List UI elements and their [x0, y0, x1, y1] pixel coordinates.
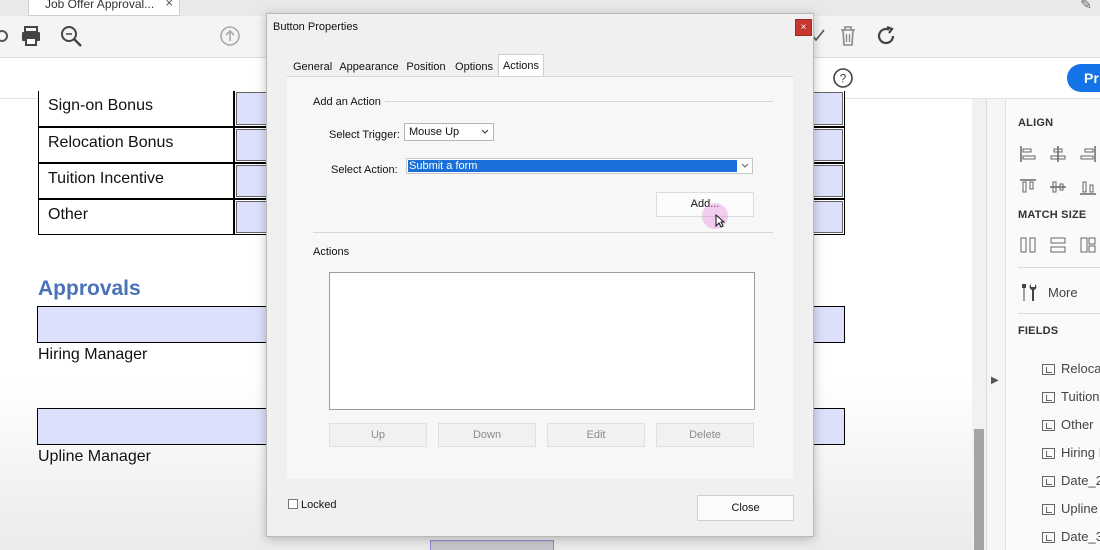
print-icon[interactable]: [19, 24, 43, 48]
scrollbar-thumb[interactable]: [974, 429, 984, 550]
align-right-icon[interactable]: [1078, 144, 1098, 164]
match-size-heading: MATCH SIZE: [1018, 209, 1087, 221]
field-list-item[interactable]: Date_2: [1042, 473, 1100, 491]
panel-separator: [1018, 267, 1100, 268]
signature-label-upline-manager: Upline Manager: [38, 448, 151, 465]
move-up-button[interactable]: Up: [329, 423, 427, 447]
text-field-icon: [1042, 476, 1055, 487]
page-up-icon[interactable]: [218, 24, 242, 48]
add-action-group-label: Add an Action: [313, 96, 381, 108]
tab-general[interactable]: General: [293, 57, 332, 77]
tools-icon: [1022, 284, 1037, 301]
more-tools-button[interactable]: More: [1018, 279, 1100, 305]
text-field-icon: [1042, 448, 1055, 459]
align-middle-icon[interactable]: [1048, 177, 1068, 197]
signature-label-hiring-manager: Hiring Manager: [38, 346, 148, 363]
mouse-cursor-icon: [715, 214, 725, 228]
match-height-icon[interactable]: [1018, 235, 1038, 255]
edit-action-button[interactable]: Edit: [547, 423, 645, 447]
delete-icon[interactable]: [836, 24, 860, 48]
group-divider: [385, 101, 773, 102]
svg-text:?: ?: [840, 72, 847, 86]
trigger-select-value: Mouse Up: [409, 126, 460, 138]
prepare-form-button[interactable]: Pr: [1067, 64, 1100, 92]
align-bottom-icon[interactable]: [1078, 177, 1098, 197]
actions-list[interactable]: [329, 272, 755, 410]
field-list-item[interactable]: Other: [1042, 417, 1100, 435]
text-field-icon: [1042, 504, 1055, 515]
tab-close-icon[interactable]: ×: [165, 0, 173, 9]
action-select-value: Submit a form: [408, 160, 737, 172]
share-icon[interactable]: ✎: [1080, 0, 1092, 13]
match-both-icon[interactable]: [1078, 235, 1098, 255]
text-field-icon: [1042, 364, 1055, 375]
field-list-item[interactable]: Upline: [1042, 501, 1100, 519]
more-label: More: [1048, 285, 1078, 300]
field-list-item[interactable]: Relocat: [1042, 361, 1100, 379]
button-properties-dialog: Button Properties × General Appearance P…: [266, 13, 814, 537]
help-icon[interactable]: ?: [832, 67, 854, 89]
chevron-down-icon: [481, 129, 489, 134]
locked-label: Locked: [301, 499, 337, 511]
selected-button-field[interactable]: [430, 540, 554, 550]
zoom-search-icon[interactable]: [59, 24, 83, 48]
field-list-item[interactable]: Hiring I: [1042, 445, 1100, 463]
align-top-icon[interactable]: [1018, 177, 1038, 197]
field-list-item[interactable]: Date_3: [1042, 529, 1100, 547]
field-list-item[interactable]: Tuition: [1042, 389, 1100, 407]
row-label-tuition-incentive: Tuition Incentive: [38, 163, 234, 199]
close-button[interactable]: Close: [697, 495, 794, 521]
document-tab[interactable]: Job Offer Approval... ×: [28, 0, 180, 16]
move-down-button[interactable]: Down: [438, 423, 536, 447]
dialog-title: Button Properties: [273, 21, 358, 33]
text-field-icon: [1042, 532, 1055, 543]
document-scrollbar[interactable]: [972, 99, 986, 550]
align-center-icon[interactable]: [1048, 144, 1068, 164]
action-select[interactable]: Submit a form: [406, 158, 753, 174]
select-trigger-label: Select Trigger:: [329, 129, 400, 141]
trigger-select[interactable]: Mouse Up: [404, 123, 494, 141]
tab-appearance[interactable]: Appearance: [339, 57, 399, 77]
tab-position[interactable]: Position: [406, 57, 446, 77]
section-divider: [313, 232, 773, 233]
back-icon[interactable]: [0, 24, 14, 48]
right-tools-panel: ALIGN MATCH SIZE More FIELDS Relocat Tui…: [1006, 99, 1100, 550]
match-width-icon[interactable]: [1048, 235, 1068, 255]
fields-heading: FIELDS: [1018, 325, 1059, 337]
document-tab-title: Job Offer Approval...: [45, 0, 155, 11]
section-title-approvals: Approvals: [38, 277, 141, 300]
select-action-label: Select Action:: [331, 164, 398, 176]
chevron-down-icon: [741, 163, 749, 168]
row-label-sign-on-bonus: Sign-on Bonus: [38, 91, 234, 127]
rotate-icon[interactable]: [874, 24, 898, 48]
dialog-close-icon[interactable]: ×: [795, 19, 812, 36]
delete-action-button[interactable]: Delete: [656, 423, 754, 447]
panel-separator: [1018, 313, 1100, 314]
align-heading: ALIGN: [1018, 117, 1054, 129]
text-field-icon: [1042, 420, 1055, 431]
tab-options[interactable]: Options: [454, 57, 494, 77]
locked-checkbox[interactable]: [288, 499, 298, 509]
row-label-relocation-bonus: Relocation Bonus: [38, 127, 234, 163]
panel-collapse-strip[interactable]: ▶: [986, 99, 1006, 550]
align-left-icon[interactable]: [1018, 144, 1038, 164]
actions-group-label: Actions: [313, 246, 350, 258]
text-field-icon: [1042, 392, 1055, 403]
collapse-arrow-icon[interactable]: ▶: [991, 375, 999, 386]
row-label-other: Other: [38, 199, 234, 235]
